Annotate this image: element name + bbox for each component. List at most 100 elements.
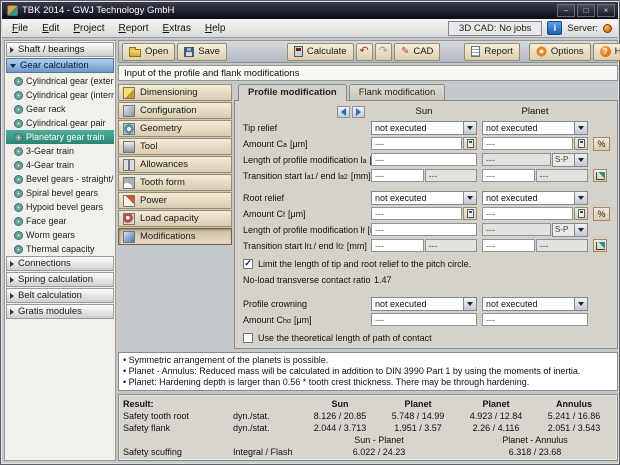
- tree-item-thermal-capacity[interactable]: Thermal capacity: [6, 242, 114, 256]
- tree-item-cylindrical-gear-pair[interactable]: Cylindrical gear pair: [6, 116, 114, 130]
- amount-ca-planet-input[interactable]: ---: [482, 137, 573, 150]
- module-button-tool[interactable]: Tool: [118, 138, 232, 155]
- calculator-icon: [577, 139, 585, 148]
- tree-section-gratis-modules[interactable]: Gratis modules: [6, 304, 114, 319]
- tree-section-gear-calculation[interactable]: Gear calculation: [6, 58, 114, 73]
- menu-edit[interactable]: Edit: [35, 21, 66, 36]
- tree-section-shaft-bearings[interactable]: Shaft / bearings: [6, 42, 114, 57]
- length-la-sun-input[interactable]: ---: [371, 153, 477, 166]
- tree-item-hypoid-bevel-gears[interactable]: Hypoid bevel gears: [6, 200, 114, 214]
- module-button-geometry[interactable]: Geometry: [118, 120, 232, 137]
- module-button-dimensioning[interactable]: Dimensioning: [118, 84, 232, 101]
- tree-item-worm-gears[interactable]: Worm gears: [6, 228, 114, 242]
- tip-relief-planet-select[interactable]: not executed: [482, 120, 588, 135]
- menu-project[interactable]: Project: [66, 21, 111, 36]
- save-button[interactable]: Save: [177, 42, 227, 61]
- options-button[interactable]: Options: [528, 42, 591, 61]
- tree-item-4-gear-train[interactable]: 4-Gear train: [6, 158, 114, 172]
- tree-item-planetary-gear-train[interactable]: Planetary gear train: [6, 130, 114, 144]
- next-gear-button[interactable]: [352, 105, 365, 118]
- info-icon[interactable]: i: [547, 21, 563, 35]
- percent-button[interactable]: %: [593, 136, 610, 151]
- menu-help[interactable]: Help: [198, 21, 233, 36]
- root-relief-sun-select[interactable]: not executed: [371, 190, 477, 205]
- tree-section-connections[interactable]: Connections: [6, 256, 114, 271]
- menu-extras[interactable]: Extras: [156, 21, 198, 36]
- amount-cf-planet-input[interactable]: ---: [482, 207, 573, 220]
- module-button-power[interactable]: Power: [118, 192, 232, 209]
- undo-button[interactable]: ↶: [355, 42, 373, 61]
- amount-cf-planet-calc-button[interactable]: [574, 207, 588, 220]
- tree-section-belt-calculation[interactable]: Belt calculation: [6, 288, 114, 303]
- profile-crowning-sun-select[interactable]: not executed: [371, 296, 477, 311]
- column-header-sun: Sun: [415, 106, 433, 117]
- limit-relief-checkbox[interactable]: [243, 258, 253, 269]
- amount-cf-sun-calc-button[interactable]: [463, 207, 477, 220]
- transition-f-diagram-button[interactable]: [593, 239, 607, 252]
- module-button-modifications[interactable]: Modifications: [118, 228, 232, 245]
- minimize-button[interactable]: –: [557, 4, 575, 17]
- tip-relief-sun-select[interactable]: not executed: [371, 120, 477, 135]
- transition-f-planet-end-input[interactable]: ---: [535, 239, 588, 252]
- transition-a-sun-start-input[interactable]: ---: [371, 169, 424, 182]
- calculator-icon: [293, 46, 303, 57]
- module-button-load-capacity[interactable]: Load capacity: [118, 210, 232, 227]
- server-status-icon: [603, 23, 612, 33]
- module-button-configuration[interactable]: Configuration: [118, 102, 232, 119]
- transition-f-sun-end-input[interactable]: ---: [424, 239, 477, 252]
- diagram-icon: [595, 241, 605, 250]
- module-button-tooth-form[interactable]: Tooth form: [118, 174, 232, 191]
- length-la-planet-input[interactable]: ---: [482, 153, 551, 166]
- module-button-allowances[interactable]: Allowances: [118, 156, 232, 173]
- previous-gear-button[interactable]: [337, 105, 350, 118]
- calculate-button[interactable]: Calculate: [286, 42, 354, 61]
- open-button[interactable]: Open: [122, 42, 176, 61]
- transition-a-sun-end-input[interactable]: ---: [424, 169, 477, 182]
- length-lf-planet-input[interactable]: ---: [482, 223, 551, 236]
- transition-a-diagram-button[interactable]: [593, 169, 607, 182]
- transition-f-planet-start-input[interactable]: ---: [482, 239, 535, 252]
- length-lf-mesh-select[interactable]: S-P: [552, 222, 588, 237]
- tree-item-bevel-gears[interactable]: Bevel gears - straight/helical: [6, 172, 114, 186]
- report-button[interactable]: Report: [464, 42, 520, 61]
- close-button[interactable]: ×: [597, 4, 615, 17]
- help-button[interactable]: Help: [592, 42, 620, 61]
- menu-file[interactable]: File: [5, 21, 35, 36]
- tree-item-cylindrical-gear-external[interactable]: Cylindrical gear (external): [6, 74, 114, 88]
- amount-cha-sun-input[interactable]: ---: [371, 313, 477, 326]
- tree-item-3-gear-train[interactable]: 3-Gear train: [6, 144, 114, 158]
- cad-button[interactable]: ✎ CAD: [393, 42, 441, 61]
- tree-item-spiral-bevel-gears[interactable]: Spiral bevel gears: [6, 186, 114, 200]
- amount-ca-sun-calc-button[interactable]: [463, 137, 477, 150]
- power-icon: [123, 194, 135, 207]
- result-column-planet-2: Planet: [482, 398, 510, 409]
- length-lf-sun-input[interactable]: ---: [371, 223, 477, 236]
- percent-button[interactable]: %: [593, 206, 610, 221]
- tree-item-cylindrical-gear-internal[interactable]: Cylindrical gear (internal): [6, 88, 114, 102]
- theoretical-length-checkbox[interactable]: [243, 332, 253, 343]
- dimensioning-icon: [123, 86, 135, 99]
- root-relief-planet-select[interactable]: not executed: [482, 190, 588, 205]
- transition-a-planet-end-input[interactable]: ---: [535, 169, 588, 182]
- tab-flank-modification[interactable]: Flank modification: [348, 84, 446, 100]
- tree-item-gear-rack[interactable]: Gear rack: [6, 102, 114, 116]
- amount-cf-sun-input[interactable]: ---: [371, 207, 462, 220]
- tab-profile-modification[interactable]: Profile modification: [238, 84, 347, 101]
- gear-icon: [14, 202, 23, 212]
- maximize-button[interactable]: □: [577, 4, 595, 17]
- tree-section-spring-calculation[interactable]: Spring calculation: [6, 272, 114, 287]
- transition-a-planet-start-input[interactable]: ---: [482, 169, 535, 182]
- transition-f-sun-start-input[interactable]: ---: [371, 239, 424, 252]
- length-la-mesh-select[interactable]: S-P: [552, 152, 588, 167]
- contact-ratio-row: No-load transverse contact ratio εα 1.47: [240, 272, 612, 287]
- tree-item-face-gear[interactable]: Face gear: [6, 214, 114, 228]
- configuration-icon: [123, 104, 135, 117]
- profile-crowning-planet-select[interactable]: not executed: [482, 296, 588, 311]
- theoretical-length-label: Use the theoretical length of path of co…: [258, 332, 432, 343]
- amount-ca-planet-calc-button[interactable]: [574, 137, 588, 150]
- menu-report[interactable]: Report: [111, 21, 155, 36]
- redo-button[interactable]: ↷: [374, 42, 392, 61]
- chevron-down-icon: [574, 153, 587, 166]
- amount-ca-sun-input[interactable]: ---: [371, 137, 462, 150]
- amount-cha-planet-input[interactable]: ---: [482, 313, 588, 326]
